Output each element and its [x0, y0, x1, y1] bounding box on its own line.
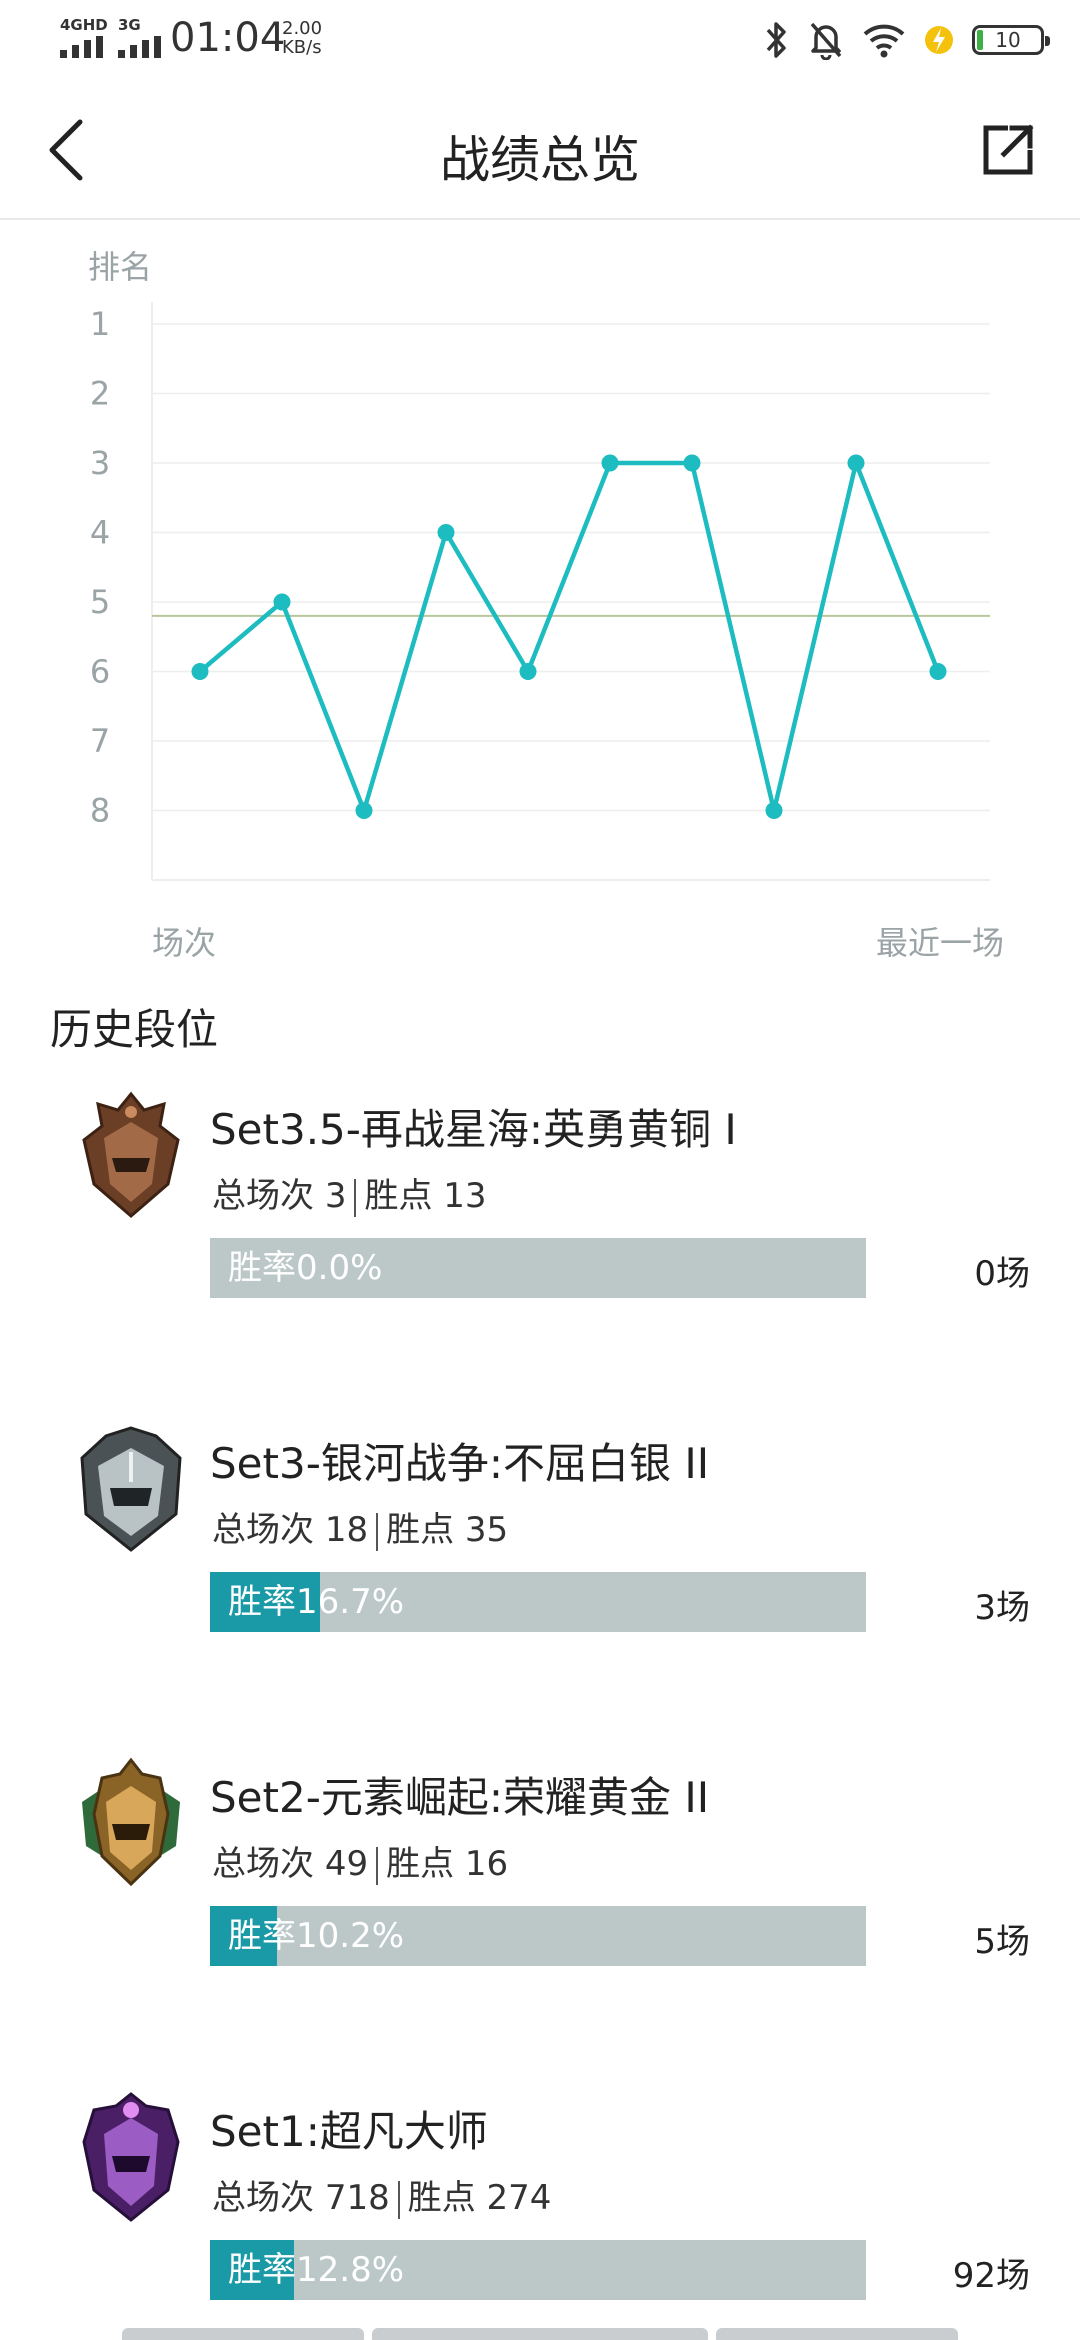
rank-point	[929, 663, 947, 680]
status-bar: 4GHD 3G 01:04 2.00 KB/s 10	[0, 0, 1080, 80]
chart-x-end-label: 最近一场	[875, 924, 1004, 962]
history-section-title: 历史段位	[50, 1005, 219, 1054]
winrate-bar: 胜率16.7%	[210, 1572, 866, 1632]
games-count: 92场	[952, 2256, 1030, 2296]
rank-stats: 总场次 3 胜点 13	[212, 1168, 487, 1217]
stats-divider	[354, 1178, 357, 1217]
rank-name: Set3.5-再战星海:英勇黄铜 I	[210, 1105, 737, 1154]
y-tick-label: 3	[90, 444, 110, 482]
rank-name: Set2-元素崛起:荣耀黄金 II	[210, 1773, 710, 1822]
rank-name: Set1:超凡大师	[210, 2107, 488, 2156]
net-speed-unit: KB/s	[282, 36, 322, 58]
total-label: 总场次	[212, 1510, 314, 1550]
bluetooth-icon	[766, 22, 786, 58]
winrate-label: 胜率	[228, 1916, 296, 1956]
winrate-value: 0.0%	[296, 1248, 383, 1288]
master-rank-emblem-icon	[82, 2092, 180, 2222]
y-tick-label: 2	[90, 375, 110, 413]
winrate-bar: 胜率10.2%	[210, 1906, 866, 1966]
total-label: 总场次	[212, 1176, 314, 1216]
rank-line-chart: 1 2 3 4 5 6 7 8	[90, 302, 990, 881]
wifi-icon	[863, 24, 905, 58]
stats-divider	[397, 2180, 400, 2219]
points-label: 胜点	[364, 1176, 433, 1216]
y-tick-label: 4	[90, 514, 110, 552]
rank-name: Set3-银河战争:不屈白银 II	[210, 1439, 710, 1488]
winrate-bar: 胜率12.8%	[210, 2240, 866, 2300]
rank-point	[601, 454, 619, 472]
y-tick-label: 1	[90, 305, 110, 343]
total-label: 总场次	[212, 2178, 314, 2218]
rank-point	[191, 663, 209, 680]
bell-muted-icon	[810, 22, 842, 60]
y-tick-label: 6	[90, 653, 110, 691]
winrate-text: 胜率16.7%	[228, 1572, 404, 1632]
points-label: 胜点	[407, 2178, 476, 2218]
winrate-value: 12.8%	[296, 2250, 405, 2290]
rank-series-line	[198, 460, 941, 813]
network-3g-label: 3G	[118, 16, 141, 34]
total-value: 49	[324, 1844, 369, 1884]
rank-chart: 排名 12345678 场次 最近一场	[0, 222, 1080, 982]
rank-point	[683, 454, 701, 472]
points-label: 胜点	[386, 1510, 455, 1550]
points-label: 胜点	[386, 1844, 455, 1884]
stats-divider	[376, 1846, 379, 1885]
status-icons: 10	[764, 18, 1050, 62]
page-title: 战绩总览	[440, 131, 640, 189]
rank-stats: 总场次 49 胜点 16	[212, 1836, 508, 1885]
stats-divider	[376, 1512, 379, 1551]
bronze-rank-emblem-icon	[82, 1091, 180, 1218]
total-value: 718	[324, 2178, 390, 2218]
y-tick-label: 5	[90, 583, 110, 621]
rank-point	[355, 802, 373, 819]
total-value: 3	[324, 1176, 347, 1216]
rank-point	[273, 593, 291, 611]
signal-bars-icon-2	[118, 36, 162, 58]
signal-bars-icon	[60, 36, 104, 58]
points-value: 274	[486, 2178, 552, 2218]
winrate-text: 胜率12.8%	[228, 2240, 404, 2300]
gold-rank-emblem-icon	[82, 1757, 180, 1887]
winrate-text: 胜率0.0%	[228, 1238, 382, 1298]
chart-x-start-label: 场次	[152, 924, 217, 962]
app-header: 战绩总览	[0, 80, 1080, 220]
network-4g-label: 4GHD	[60, 16, 108, 34]
rank-point	[847, 454, 865, 472]
total-label: 总场次	[212, 1844, 314, 1884]
bottom-tab-edge	[0, 2328, 1080, 2340]
winrate-label: 胜率	[228, 2250, 296, 2290]
winrate-value: 10.2%	[296, 1916, 405, 1956]
winrate-text: 胜率10.2%	[228, 1906, 404, 1966]
y-tick-label: 7	[90, 722, 110, 760]
points-value: 35	[464, 1510, 509, 1550]
share-icon[interactable]	[980, 120, 1040, 180]
rank-item-2[interactable]: Set2-元素崛起:荣耀黄金 II 总场次 49 胜点 16 胜率10.2% 5场	[0, 1756, 1080, 2056]
total-value: 18	[324, 1510, 369, 1550]
points-value: 13	[443, 1176, 487, 1216]
games-count: 3场	[974, 1588, 1030, 1628]
net-speed: 2.00 KB/s	[282, 19, 322, 58]
battery-level: 10	[995, 28, 1021, 52]
games-count: 5场	[974, 1922, 1030, 1962]
games-count: 0场	[974, 1254, 1030, 1294]
clock: 01:04	[170, 15, 286, 61]
winrate-value: 16.7%	[296, 1582, 405, 1622]
rank-item-3[interactable]: Set1:超凡大师 总场次 718 胜点 274 胜率12.8% 92场	[0, 2090, 1080, 2340]
rank-item-0[interactable]: Set3.5-再战星海:英勇黄铜 I 总场次 3 胜点 13 胜率0.0% 0场	[0, 1088, 1080, 1388]
winrate-label: 胜率	[228, 1582, 296, 1622]
rank-point	[519, 663, 537, 680]
y-tick-label: 8	[90, 792, 110, 830]
winrate-bar: 胜率0.0%	[210, 1238, 866, 1298]
rank-stats: 总场次 18 胜点 35	[212, 1502, 508, 1551]
rank-point	[437, 524, 455, 541]
rank-item-1[interactable]: Set3-银河战争:不屈白银 II 总场次 18 胜点 35 胜率16.7% 3场	[0, 1422, 1080, 1722]
points-value: 16	[464, 1844, 509, 1884]
rank-stats: 总场次 718 胜点 274	[212, 2170, 551, 2219]
silver-rank-emblem-icon	[80, 1426, 182, 1552]
battery-icon: 10	[972, 25, 1050, 55]
winrate-label: 胜率	[228, 1248, 296, 1288]
rank-point	[765, 802, 783, 819]
charging-icon	[925, 26, 953, 54]
